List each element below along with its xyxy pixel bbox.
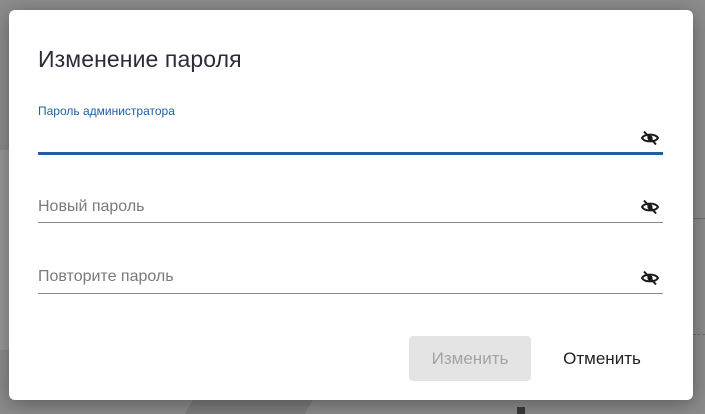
admin-password-input[interactable] (38, 126, 633, 148)
eye-off-icon[interactable] (640, 130, 660, 146)
new-password-field: Новый пароль (38, 190, 663, 223)
eye-off-icon[interactable] (640, 270, 660, 286)
eye-off-icon[interactable] (640, 199, 660, 215)
repeat-password-field: Повторите пароль (38, 260, 663, 294)
new-password-underline (38, 222, 663, 223)
repeat-password-underline (38, 293, 663, 294)
background-element (517, 407, 525, 414)
cancel-button[interactable]: Отменить (546, 336, 658, 381)
admin-password-label: Пароль администратора (38, 104, 175, 118)
change-password-dialog: Изменение пароля Пароль администратора Н… (9, 10, 693, 400)
new-password-input[interactable] (38, 196, 633, 218)
admin-password-field: Пароль администратора (38, 100, 663, 155)
admin-password-underline (38, 152, 663, 155)
dialog-title: Изменение пароля (38, 46, 242, 72)
change-button[interactable]: Изменить (409, 336, 531, 381)
background-divider (693, 218, 705, 219)
background-divider (693, 334, 705, 336)
repeat-password-input[interactable] (38, 266, 633, 288)
